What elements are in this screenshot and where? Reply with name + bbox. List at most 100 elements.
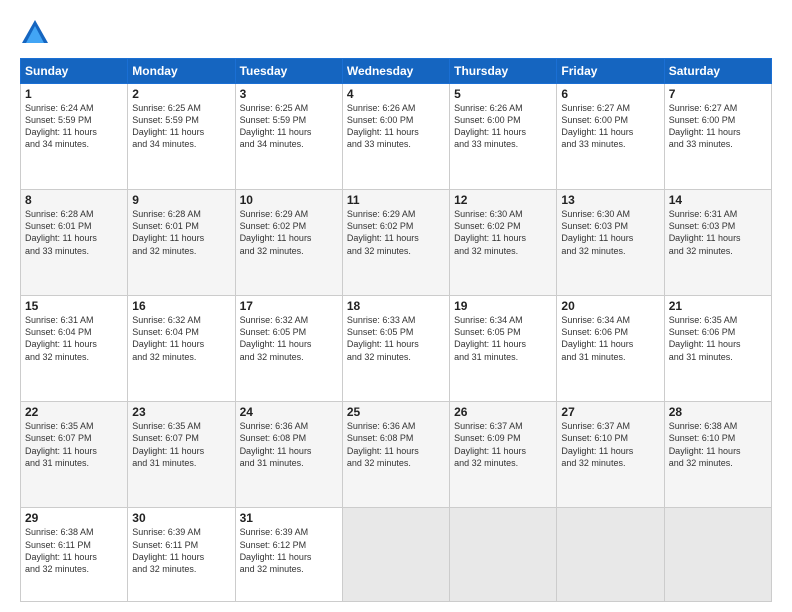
calendar-day: 10Sunrise: 6:29 AM Sunset: 6:02 PM Dayli… [235,190,342,296]
day-number: 2 [132,87,230,101]
day-number: 4 [347,87,445,101]
day-number: 15 [25,299,123,313]
calendar-week: 22Sunrise: 6:35 AM Sunset: 6:07 PM Dayli… [21,402,772,508]
day-info: Sunrise: 6:36 AM Sunset: 6:08 PM Dayligh… [347,420,445,469]
calendar-day: 26Sunrise: 6:37 AM Sunset: 6:09 PM Dayli… [450,402,557,508]
calendar-day: 15Sunrise: 6:31 AM Sunset: 6:04 PM Dayli… [21,296,128,402]
day-info: Sunrise: 6:34 AM Sunset: 6:05 PM Dayligh… [454,314,552,363]
day-info: Sunrise: 6:35 AM Sunset: 6:07 PM Dayligh… [25,420,123,469]
calendar-day: 18Sunrise: 6:33 AM Sunset: 6:05 PM Dayli… [342,296,449,402]
calendar-day: 30Sunrise: 6:39 AM Sunset: 6:11 PM Dayli… [128,508,235,602]
day-info: Sunrise: 6:38 AM Sunset: 6:10 PM Dayligh… [669,420,767,469]
day-header: Saturday [664,59,771,84]
day-info: Sunrise: 6:35 AM Sunset: 6:06 PM Dayligh… [669,314,767,363]
calendar-day: 6Sunrise: 6:27 AM Sunset: 6:00 PM Daylig… [557,84,664,190]
calendar-day: 14Sunrise: 6:31 AM Sunset: 6:03 PM Dayli… [664,190,771,296]
calendar-day: 12Sunrise: 6:30 AM Sunset: 6:02 PM Dayli… [450,190,557,296]
day-info: Sunrise: 6:35 AM Sunset: 6:07 PM Dayligh… [132,420,230,469]
calendar-day: 22Sunrise: 6:35 AM Sunset: 6:07 PM Dayli… [21,402,128,508]
calendar-week: 1Sunrise: 6:24 AM Sunset: 5:59 PM Daylig… [21,84,772,190]
calendar-day: 1Sunrise: 6:24 AM Sunset: 5:59 PM Daylig… [21,84,128,190]
day-number: 9 [132,193,230,207]
day-info: Sunrise: 6:37 AM Sunset: 6:09 PM Dayligh… [454,420,552,469]
day-number: 10 [240,193,338,207]
day-number: 29 [25,511,123,525]
calendar-day: 3Sunrise: 6:25 AM Sunset: 5:59 PM Daylig… [235,84,342,190]
day-number: 20 [561,299,659,313]
calendar-week: 15Sunrise: 6:31 AM Sunset: 6:04 PM Dayli… [21,296,772,402]
day-info: Sunrise: 6:29 AM Sunset: 6:02 PM Dayligh… [240,208,338,257]
day-info: Sunrise: 6:31 AM Sunset: 6:04 PM Dayligh… [25,314,123,363]
day-info: Sunrise: 6:33 AM Sunset: 6:05 PM Dayligh… [347,314,445,363]
day-number: 5 [454,87,552,101]
day-info: Sunrise: 6:34 AM Sunset: 6:06 PM Dayligh… [561,314,659,363]
calendar-day: 20Sunrise: 6:34 AM Sunset: 6:06 PM Dayli… [557,296,664,402]
day-number: 31 [240,511,338,525]
day-number: 8 [25,193,123,207]
day-info: Sunrise: 6:39 AM Sunset: 6:11 PM Dayligh… [132,526,230,575]
day-info: Sunrise: 6:29 AM Sunset: 6:02 PM Dayligh… [347,208,445,257]
calendar-day: 9Sunrise: 6:28 AM Sunset: 6:01 PM Daylig… [128,190,235,296]
day-number: 28 [669,405,767,419]
calendar-week: 29Sunrise: 6:38 AM Sunset: 6:11 PM Dayli… [21,508,772,602]
calendar-day: 8Sunrise: 6:28 AM Sunset: 6:01 PM Daylig… [21,190,128,296]
calendar-day: 5Sunrise: 6:26 AM Sunset: 6:00 PM Daylig… [450,84,557,190]
day-number: 17 [240,299,338,313]
day-info: Sunrise: 6:30 AM Sunset: 6:03 PM Dayligh… [561,208,659,257]
calendar-day: 4Sunrise: 6:26 AM Sunset: 6:00 PM Daylig… [342,84,449,190]
logo [20,18,54,48]
day-info: Sunrise: 6:26 AM Sunset: 6:00 PM Dayligh… [347,102,445,151]
calendar-day: 31Sunrise: 6:39 AM Sunset: 6:12 PM Dayli… [235,508,342,602]
day-number: 12 [454,193,552,207]
day-number: 26 [454,405,552,419]
day-number: 6 [561,87,659,101]
day-number: 13 [561,193,659,207]
day-info: Sunrise: 6:30 AM Sunset: 6:02 PM Dayligh… [454,208,552,257]
calendar-day: 28Sunrise: 6:38 AM Sunset: 6:10 PM Dayli… [664,402,771,508]
calendar-day: 29Sunrise: 6:38 AM Sunset: 6:11 PM Dayli… [21,508,128,602]
calendar-day [664,508,771,602]
day-info: Sunrise: 6:28 AM Sunset: 6:01 PM Dayligh… [132,208,230,257]
day-header: Wednesday [342,59,449,84]
day-number: 22 [25,405,123,419]
calendar-day: 25Sunrise: 6:36 AM Sunset: 6:08 PM Dayli… [342,402,449,508]
calendar-day [557,508,664,602]
calendar-day: 16Sunrise: 6:32 AM Sunset: 6:04 PM Dayli… [128,296,235,402]
calendar-day [342,508,449,602]
day-info: Sunrise: 6:32 AM Sunset: 6:05 PM Dayligh… [240,314,338,363]
logo-icon [20,18,50,48]
calendar-day: 21Sunrise: 6:35 AM Sunset: 6:06 PM Dayli… [664,296,771,402]
day-info: Sunrise: 6:37 AM Sunset: 6:10 PM Dayligh… [561,420,659,469]
calendar-day: 7Sunrise: 6:27 AM Sunset: 6:00 PM Daylig… [664,84,771,190]
day-info: Sunrise: 6:25 AM Sunset: 5:59 PM Dayligh… [132,102,230,151]
calendar-day: 2Sunrise: 6:25 AM Sunset: 5:59 PM Daylig… [128,84,235,190]
calendar-week: 8Sunrise: 6:28 AM Sunset: 6:01 PM Daylig… [21,190,772,296]
calendar-day: 13Sunrise: 6:30 AM Sunset: 6:03 PM Dayli… [557,190,664,296]
day-info: Sunrise: 6:31 AM Sunset: 6:03 PM Dayligh… [669,208,767,257]
day-number: 25 [347,405,445,419]
day-number: 23 [132,405,230,419]
calendar-day [450,508,557,602]
calendar-day: 27Sunrise: 6:37 AM Sunset: 6:10 PM Dayli… [557,402,664,508]
header [20,18,772,48]
day-info: Sunrise: 6:36 AM Sunset: 6:08 PM Dayligh… [240,420,338,469]
calendar-day: 17Sunrise: 6:32 AM Sunset: 6:05 PM Dayli… [235,296,342,402]
calendar-day: 23Sunrise: 6:35 AM Sunset: 6:07 PM Dayli… [128,402,235,508]
day-header: Thursday [450,59,557,84]
page: SundayMondayTuesdayWednesdayThursdayFrid… [0,0,792,612]
day-info: Sunrise: 6:28 AM Sunset: 6:01 PM Dayligh… [25,208,123,257]
day-header: Friday [557,59,664,84]
day-number: 19 [454,299,552,313]
day-number: 16 [132,299,230,313]
calendar: SundayMondayTuesdayWednesdayThursdayFrid… [20,58,772,602]
day-number: 30 [132,511,230,525]
day-info: Sunrise: 6:38 AM Sunset: 6:11 PM Dayligh… [25,526,123,575]
day-info: Sunrise: 6:27 AM Sunset: 6:00 PM Dayligh… [669,102,767,151]
day-info: Sunrise: 6:27 AM Sunset: 6:00 PM Dayligh… [561,102,659,151]
day-number: 24 [240,405,338,419]
day-header: Tuesday [235,59,342,84]
day-number: 1 [25,87,123,101]
day-info: Sunrise: 6:24 AM Sunset: 5:59 PM Dayligh… [25,102,123,151]
day-number: 3 [240,87,338,101]
day-number: 14 [669,193,767,207]
